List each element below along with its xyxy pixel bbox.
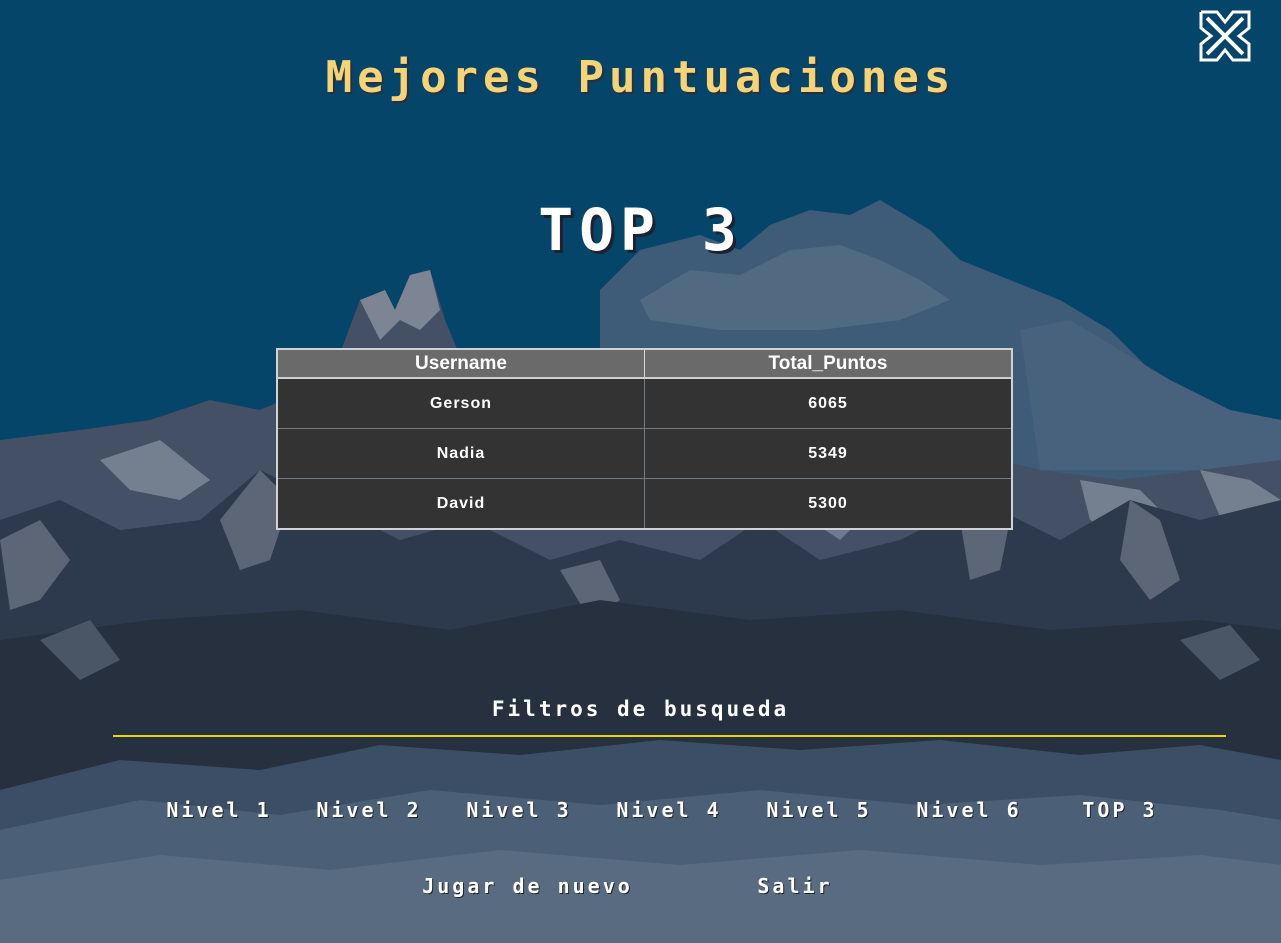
play-again-button[interactable]: Jugar de nuevo bbox=[405, 872, 650, 900]
cell-total-puntos: 5349 bbox=[644, 428, 1013, 479]
filter-button-top-3[interactable]: TOP 3 bbox=[1070, 796, 1170, 824]
cell-username: Gerson bbox=[276, 377, 645, 429]
column-header-total-puntos[interactable]: Total_Puntos bbox=[644, 348, 1013, 379]
page-title: Mejores Puntuaciones bbox=[325, 52, 956, 103]
column-header-username[interactable]: Username bbox=[276, 348, 645, 379]
table-row[interactable]: Nadia 5349 bbox=[276, 428, 1013, 479]
filters-label: Filtros de busqueda bbox=[491, 697, 790, 721]
section-heading: TOP 3 bbox=[538, 196, 743, 264]
cell-total-puntos: 6065 bbox=[644, 377, 1013, 429]
filter-button-nivel-5[interactable]: Nivel 5 bbox=[760, 796, 878, 824]
table-header-row: Username Total_Puntos bbox=[276, 348, 1013, 379]
cell-total-puntos: 5300 bbox=[644, 478, 1013, 530]
filter-button-nivel-4[interactable]: Nivel 4 bbox=[610, 796, 728, 824]
cell-username: Nadia bbox=[276, 428, 645, 479]
filter-button-nivel-6[interactable]: Nivel 6 bbox=[910, 796, 1028, 824]
table-row[interactable]: David 5300 bbox=[276, 478, 1013, 530]
filter-button-nivel-2[interactable]: Nivel 2 bbox=[310, 796, 428, 824]
filters-divider bbox=[113, 735, 1226, 737]
filter-button-nivel-3[interactable]: Nivel 3 bbox=[460, 796, 578, 824]
table-row[interactable]: Gerson 6065 bbox=[276, 377, 1013, 429]
score-table: Username Total_Puntos Gerson 6065 Nadia … bbox=[276, 348, 1013, 530]
exit-button[interactable]: Salir bbox=[745, 872, 845, 900]
cell-username: David bbox=[276, 478, 645, 530]
filter-button-nivel-1[interactable]: Nivel 1 bbox=[160, 796, 278, 824]
